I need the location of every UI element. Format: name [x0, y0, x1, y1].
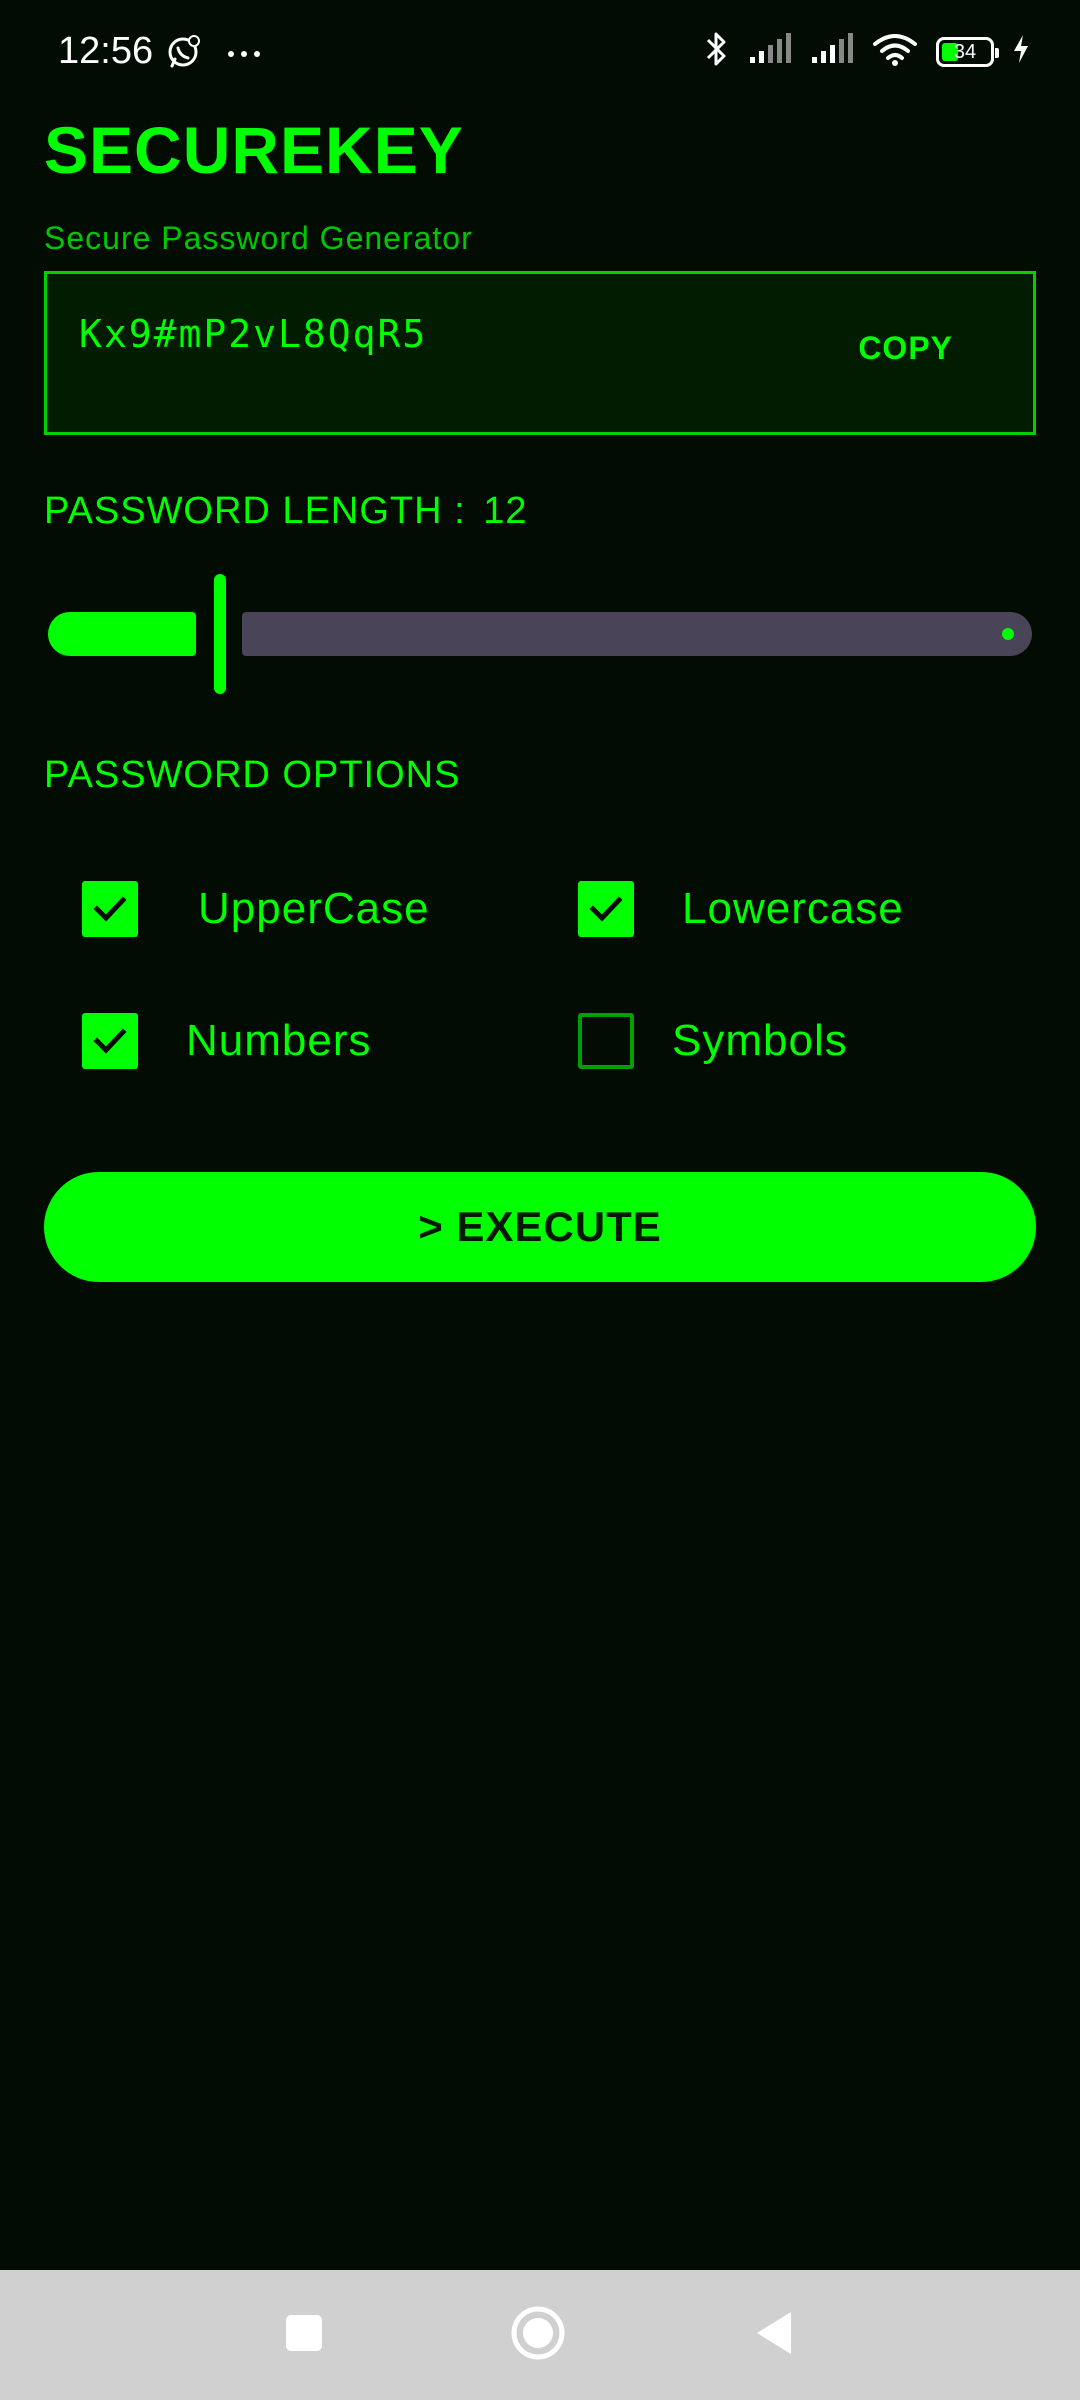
password-length-label: PASSWORD LENGTH : 12: [44, 490, 528, 533]
check-icon: [93, 896, 127, 922]
signal-icon: [748, 33, 792, 70]
copy-button[interactable]: COPY: [858, 330, 953, 367]
check-icon: [93, 1028, 127, 1054]
numbers-checkbox[interactable]: [82, 1013, 138, 1069]
password-length-value: 12: [483, 490, 528, 532]
recents-button[interactable]: [244, 2270, 364, 2400]
app-title: SECUREKEY: [44, 113, 464, 187]
uppercase-label: UpperCase: [198, 884, 430, 933]
password-length-label-text: PASSWORD LENGTH :: [44, 490, 466, 532]
option-numbers[interactable]: Numbers: [82, 1013, 372, 1069]
slider-active-track: [48, 612, 196, 656]
password-length-slider[interactable]: [44, 570, 1036, 700]
execute-label: > EXECUTE: [418, 1203, 662, 1250]
symbols-checkbox[interactable]: [578, 1013, 634, 1069]
signal-icon: [810, 33, 854, 70]
execute-button[interactable]: > EXECUTE: [44, 1172, 1036, 1282]
option-symbols[interactable]: Symbols: [578, 1013, 848, 1069]
battery-icon: 34: [936, 36, 999, 67]
back-icon: [753, 2309, 795, 2362]
slider-thumb[interactable]: [214, 574, 226, 694]
slider-inactive-track: [242, 612, 1032, 656]
home-button[interactable]: [478, 2270, 598, 2400]
slider-stop-indicator: [1002, 628, 1014, 640]
password-options-heading: PASSWORD OPTIONS: [44, 754, 461, 796]
password-value: Kx9#mP2vL8QqR5: [79, 312, 428, 356]
chat-notification-icon: [166, 34, 202, 75]
more-icon: [226, 46, 262, 64]
charging-icon: [1012, 34, 1030, 69]
status-time: 12:56: [58, 30, 154, 72]
bluetooth-icon: [704, 30, 730, 73]
password-output-box: Kx9#mP2vL8QqR5 COPY: [44, 271, 1036, 435]
battery-level: 34: [953, 40, 977, 63]
lowercase-label: Lowercase: [682, 884, 904, 933]
option-uppercase[interactable]: UpperCase: [82, 881, 430, 937]
check-icon: [589, 896, 623, 922]
app-subtitle: Secure Password Generator: [44, 220, 473, 256]
numbers-label: Numbers: [186, 1016, 372, 1065]
uppercase-checkbox[interactable]: [82, 881, 138, 937]
navigation-bar: [0, 2270, 1080, 2400]
home-icon: [510, 2305, 566, 2366]
symbols-label: Symbols: [672, 1016, 848, 1065]
recents-icon: [284, 2313, 324, 2358]
lowercase-checkbox[interactable]: [578, 881, 634, 937]
wifi-icon: [872, 32, 918, 71]
option-lowercase[interactable]: Lowercase: [578, 881, 904, 937]
status-bar: 12:56 34: [0, 0, 1080, 108]
back-button[interactable]: [714, 2270, 834, 2400]
